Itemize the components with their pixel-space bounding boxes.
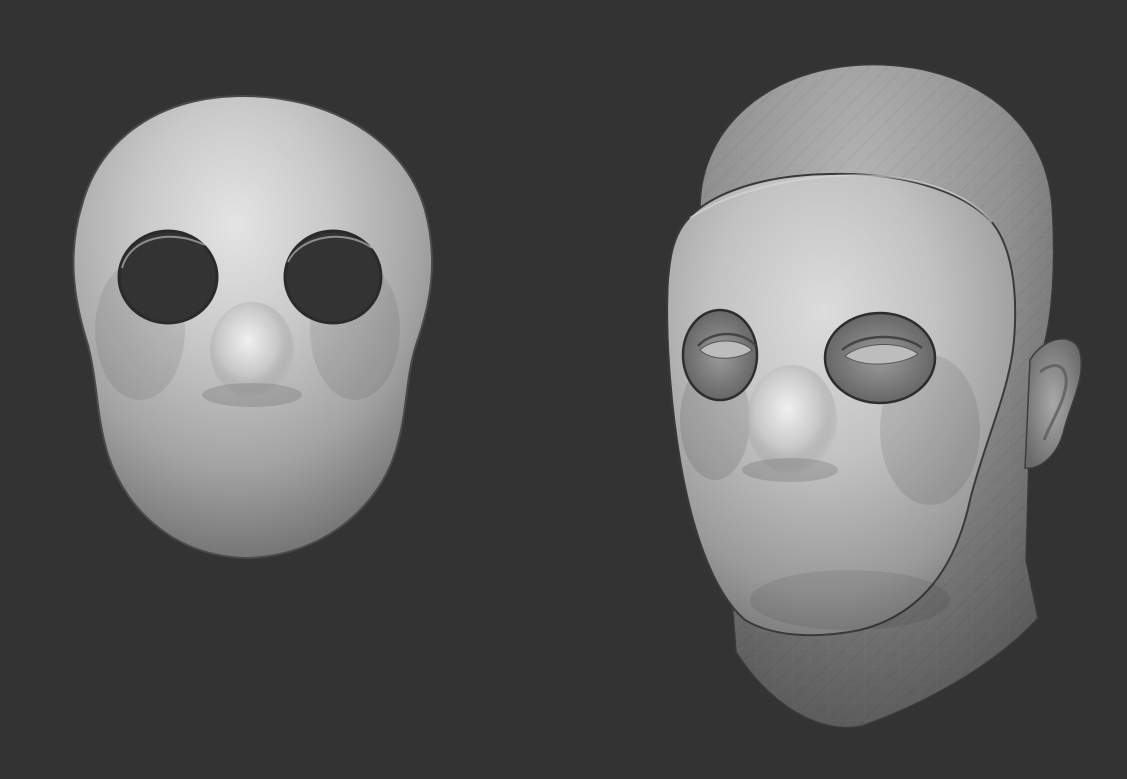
fitted-mask-left-eye <box>681 308 759 402</box>
standalone-mask[interactable] <box>72 94 434 560</box>
mask-on-head[interactable] <box>666 60 1082 740</box>
fitted-mask-right-eye <box>823 311 937 405</box>
viewport-canvas <box>72 60 1082 740</box>
3d-viewport[interactable] <box>0 0 1127 779</box>
ear <box>1024 338 1082 469</box>
